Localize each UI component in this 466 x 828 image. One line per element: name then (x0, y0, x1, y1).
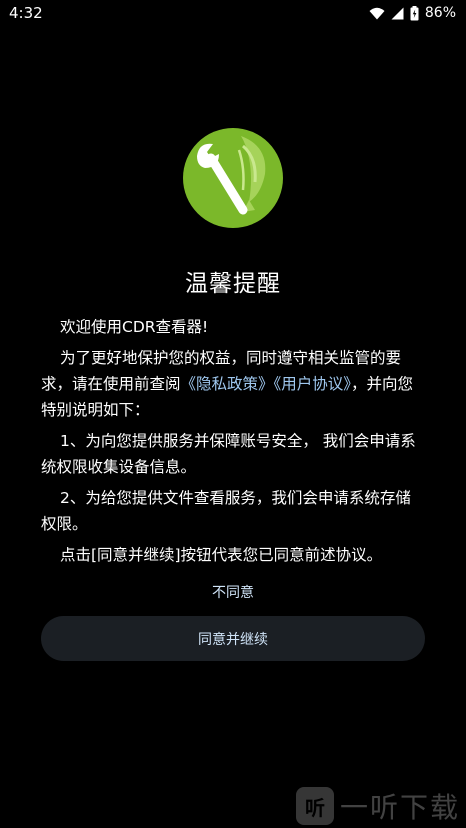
signal-icon (391, 7, 404, 19)
watermark-text: 一听下载 (339, 791, 460, 824)
watermark-logo-icon: 听 (295, 787, 334, 825)
battery-percent: 86% (424, 5, 456, 21)
status-bar: 4:32 86% (0, 0, 466, 26)
device-info-paragraph: 1、为向您提供服务并保障账号安全， 我们会申请系统权限收集设备信息。 (41, 432, 416, 476)
watermark: 听 一听下载 (295, 786, 460, 826)
consent-paragraph: 点击[同意并继续]按钮代表您已同意前述协议。 (60, 546, 383, 564)
storage-paragraph: 2、为给您提供文件查看服务，我们会申请系统存储权限。 (41, 489, 411, 533)
dialog-content: 欢迎使用CDR查看器! 为了更好地保护您的权益，同时遵守相关监管的要求，请在使用… (41, 314, 425, 573)
agree-continue-label: 同意并继续 (198, 631, 268, 648)
wifi-icon (369, 7, 385, 19)
battery-icon (410, 5, 419, 20)
agree-continue-button[interactable]: 同意并继续 (41, 616, 425, 661)
app-logo-icon (183, 128, 283, 228)
disagree-button[interactable]: 不同意 (0, 582, 466, 602)
privacy-policy-link[interactable]: 《隐私政策》 (181, 375, 274, 393)
dialog-title: 温馨提醒 (185, 271, 281, 297)
status-icons: 86% (369, 4, 456, 22)
intro-paragraph: 为了更好地保护您的权益，同时遵守相关监管的要求，请在使用前查阅《隐私政策》《用户… (41, 345, 425, 423)
status-time: 4:32 (9, 4, 43, 22)
user-agreement-link[interactable]: 《用户协议》 (274, 375, 352, 393)
greeting-text: 欢迎使用CDR查看器! (60, 318, 209, 336)
